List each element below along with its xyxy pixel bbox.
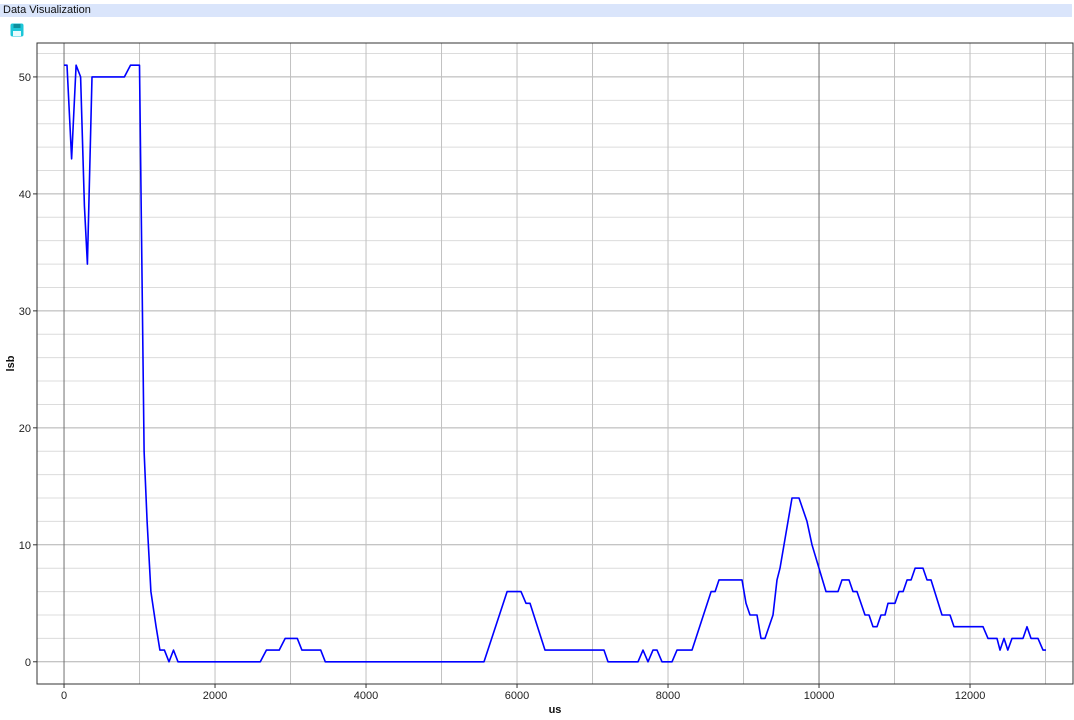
series-line-lsb — [64, 64, 1046, 663]
y-axis-label: lsb — [5, 355, 17, 371]
x-axis-label: us — [549, 704, 562, 716]
x-tick-label: 8000 — [656, 690, 680, 702]
x-tick-label: 10000 — [804, 690, 835, 702]
y-tick-label: 10 — [19, 540, 31, 552]
y-tick-label: 40 — [19, 189, 31, 201]
plot-frame — [36, 42, 1074, 685]
x-tick-label: 12000 — [955, 690, 986, 702]
x-tick-label: 4000 — [354, 690, 378, 702]
y-tick-label: 50 — [19, 72, 31, 84]
y-tick-label: 20 — [19, 423, 31, 435]
line-chart: 0 2000 4000 6000 8000 10000 12000 0 10 20 30 40 50 us… — [5, 42, 1074, 716]
x-tick-label: 2000 — [203, 690, 227, 702]
y-tick-label: 0 — [25, 657, 31, 669]
y-tick-label: 30 — [19, 306, 31, 318]
x-tick-label: 0 — [61, 690, 67, 702]
x-tick-label: 6000 — [505, 690, 529, 702]
